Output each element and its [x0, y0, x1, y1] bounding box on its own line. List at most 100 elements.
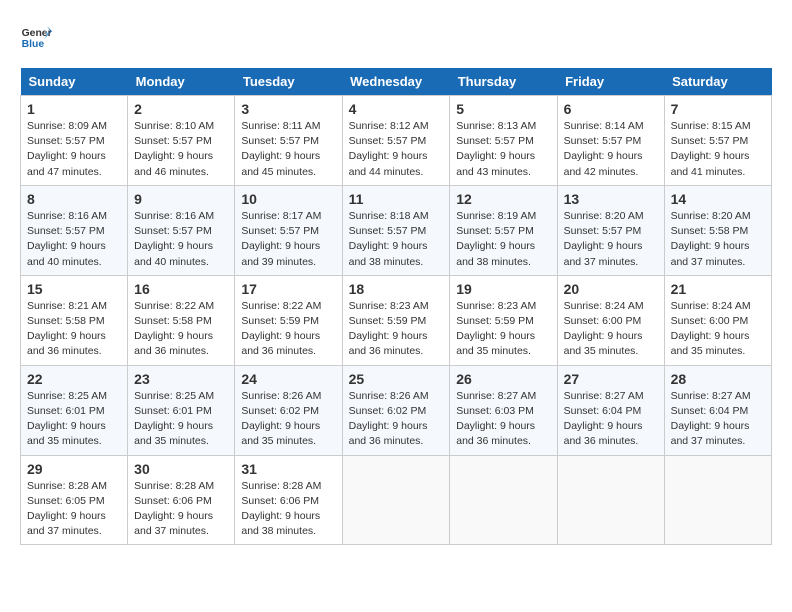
day-number: 30 [134, 461, 228, 477]
day-number: 10 [241, 191, 335, 207]
calendar-table: SundayMondayTuesdayWednesdayThursdayFrid… [20, 68, 772, 545]
day-number: 18 [349, 281, 444, 297]
empty-cell [664, 455, 771, 545]
header-sunday: Sunday [21, 68, 128, 96]
day-number: 2 [134, 101, 228, 117]
day-info: Sunrise: 8:13 AM Sunset: 5:57 PM Dayligh… [456, 119, 550, 180]
page-header: General Blue [20, 20, 772, 52]
week-row-1: 1 Sunrise: 8:09 AM Sunset: 5:57 PM Daylig… [21, 96, 772, 186]
day-cell-31: 31 Sunrise: 8:28 AM Sunset: 6:06 PM Dayli… [235, 455, 342, 545]
day-cell-6: 6Sunrise: 8:14 AM Sunset: 5:57 PM Daylig… [557, 96, 664, 186]
day-number: 26 [456, 371, 550, 387]
day-info: Sunrise: 8:23 AM Sunset: 5:59 PM Dayligh… [349, 299, 444, 360]
day-info: Sunrise: 8:22 AM Sunset: 5:59 PM Dayligh… [241, 299, 335, 360]
day-info: Sunrise: 8:10 AM Sunset: 5:57 PM Dayligh… [134, 119, 228, 180]
day-info: Sunrise: 8:25 AM Sunset: 6:01 PM Dayligh… [134, 389, 228, 450]
day-cell-7: 7 Sunrise: 8:15 AM Sunset: 5:57 PM Daylig… [664, 96, 771, 186]
day-number: 7 [671, 101, 765, 117]
day-cell-4: 4Sunrise: 8:12 AM Sunset: 5:57 PM Daylig… [342, 96, 450, 186]
day-cell-21: 21Sunrise: 8:24 AM Sunset: 6:00 PM Dayli… [664, 275, 771, 365]
day-info: Sunrise: 8:09 AM Sunset: 5:57 PM Dayligh… [27, 119, 121, 180]
day-cell-20: 20Sunrise: 8:24 AM Sunset: 6:00 PM Dayli… [557, 275, 664, 365]
day-cell-3: 3 Sunrise: 8:11 AM Sunset: 5:57 PM Daylig… [235, 96, 342, 186]
day-info: Sunrise: 8:20 AM Sunset: 5:58 PM Dayligh… [671, 209, 765, 270]
day-info: Sunrise: 8:28 AM Sunset: 6:05 PM Dayligh… [27, 479, 121, 540]
day-info: Sunrise: 8:22 AM Sunset: 5:58 PM Dayligh… [134, 299, 228, 360]
day-number: 9 [134, 191, 228, 207]
day-info: Sunrise: 8:25 AM Sunset: 6:01 PM Dayligh… [27, 389, 121, 450]
day-cell-14: 14Sunrise: 8:20 AM Sunset: 5:58 PM Dayli… [664, 185, 771, 275]
day-number: 24 [241, 371, 335, 387]
day-cell-19: 19 Sunrise: 8:23 AM Sunset: 5:59 PM Dayli… [450, 275, 557, 365]
logo: General Blue [20, 20, 60, 52]
day-cell-8: 8 Sunrise: 8:16 AM Sunset: 5:57 PM Daylig… [21, 185, 128, 275]
week-row-4: 22 Sunrise: 8:25 AM Sunset: 6:01 PM Dayli… [21, 365, 772, 455]
empty-cell [557, 455, 664, 545]
day-info: Sunrise: 8:26 AM Sunset: 6:02 PM Dayligh… [349, 389, 444, 450]
day-cell-11: 11 Sunrise: 8:18 AM Sunset: 5:57 PM Dayli… [342, 185, 450, 275]
day-cell-17: 17 Sunrise: 8:22 AM Sunset: 5:59 PM Dayli… [235, 275, 342, 365]
day-number: 19 [456, 281, 550, 297]
day-number: 11 [349, 191, 444, 207]
header-saturday: Saturday [664, 68, 771, 96]
day-info: Sunrise: 8:27 AM Sunset: 6:04 PM Dayligh… [564, 389, 658, 450]
day-info: Sunrise: 8:16 AM Sunset: 5:57 PM Dayligh… [134, 209, 228, 270]
day-info: Sunrise: 8:27 AM Sunset: 6:04 PM Dayligh… [671, 389, 765, 450]
day-info: Sunrise: 8:21 AM Sunset: 5:58 PM Dayligh… [27, 299, 121, 360]
day-cell-23: 23 Sunrise: 8:25 AM Sunset: 6:01 PM Dayli… [128, 365, 235, 455]
day-info: Sunrise: 8:15 AM Sunset: 5:57 PM Dayligh… [671, 119, 765, 180]
day-cell-30: 30 Sunrise: 8:28 AM Sunset: 6:06 PM Dayli… [128, 455, 235, 545]
day-info: Sunrise: 8:11 AM Sunset: 5:57 PM Dayligh… [241, 119, 335, 180]
day-number: 1 [27, 101, 121, 117]
day-cell-2: 2 Sunrise: 8:10 AM Sunset: 5:57 PM Daylig… [128, 96, 235, 186]
day-info: Sunrise: 8:28 AM Sunset: 6:06 PM Dayligh… [241, 479, 335, 540]
day-cell-27: 27 Sunrise: 8:27 AM Sunset: 6:04 PM Dayli… [557, 365, 664, 455]
day-cell-15: 15Sunrise: 8:21 AM Sunset: 5:58 PM Dayli… [21, 275, 128, 365]
day-cell-13: 13Sunrise: 8:20 AM Sunset: 5:57 PM Dayli… [557, 185, 664, 275]
day-number: 25 [349, 371, 444, 387]
day-number: 4 [349, 101, 444, 117]
day-info: Sunrise: 8:19 AM Sunset: 5:57 PM Dayligh… [456, 209, 550, 270]
day-cell-5: 5 Sunrise: 8:13 AM Sunset: 5:57 PM Daylig… [450, 96, 557, 186]
header-thursday: Thursday [450, 68, 557, 96]
day-info: Sunrise: 8:26 AM Sunset: 6:02 PM Dayligh… [241, 389, 335, 450]
day-cell-18: 18 Sunrise: 8:23 AM Sunset: 5:59 PM Dayli… [342, 275, 450, 365]
day-number: 3 [241, 101, 335, 117]
day-number: 27 [564, 371, 658, 387]
day-info: Sunrise: 8:27 AM Sunset: 6:03 PM Dayligh… [456, 389, 550, 450]
day-info: Sunrise: 8:17 AM Sunset: 5:57 PM Dayligh… [241, 209, 335, 270]
day-number: 28 [671, 371, 765, 387]
day-number: 29 [27, 461, 121, 477]
empty-cell [450, 455, 557, 545]
day-info: Sunrise: 8:28 AM Sunset: 6:06 PM Dayligh… [134, 479, 228, 540]
day-number: 16 [134, 281, 228, 297]
day-number: 21 [671, 281, 765, 297]
day-cell-29: 29 Sunrise: 8:28 AM Sunset: 6:05 PM Dayli… [21, 455, 128, 545]
week-row-3: 15Sunrise: 8:21 AM Sunset: 5:58 PM Dayli… [21, 275, 772, 365]
day-number: 5 [456, 101, 550, 117]
day-cell-24: 24 Sunrise: 8:26 AM Sunset: 6:02 PM Dayli… [235, 365, 342, 455]
header-friday: Friday [557, 68, 664, 96]
day-number: 23 [134, 371, 228, 387]
svg-text:Blue: Blue [22, 39, 45, 50]
day-cell-22: 22 Sunrise: 8:25 AM Sunset: 6:01 PM Dayli… [21, 365, 128, 455]
day-cell-16: 16 Sunrise: 8:22 AM Sunset: 5:58 PM Dayli… [128, 275, 235, 365]
header-monday: Monday [128, 68, 235, 96]
day-cell-10: 10 Sunrise: 8:17 AM Sunset: 5:57 PM Dayli… [235, 185, 342, 275]
day-number: 22 [27, 371, 121, 387]
day-number: 12 [456, 191, 550, 207]
day-cell-12: 12 Sunrise: 8:19 AM Sunset: 5:57 PM Dayli… [450, 185, 557, 275]
day-cell-25: 25 Sunrise: 8:26 AM Sunset: 6:02 PM Dayli… [342, 365, 450, 455]
day-number: 6 [564, 101, 658, 117]
day-cell-1: 1 Sunrise: 8:09 AM Sunset: 5:57 PM Daylig… [21, 96, 128, 186]
day-number: 20 [564, 281, 658, 297]
day-number: 17 [241, 281, 335, 297]
day-number: 13 [564, 191, 658, 207]
day-number: 8 [27, 191, 121, 207]
day-info: Sunrise: 8:23 AM Sunset: 5:59 PM Dayligh… [456, 299, 550, 360]
day-info: Sunrise: 8:18 AM Sunset: 5:57 PM Dayligh… [349, 209, 444, 270]
day-info: Sunrise: 8:16 AM Sunset: 5:57 PM Dayligh… [27, 209, 121, 270]
day-number: 31 [241, 461, 335, 477]
header-tuesday: Tuesday [235, 68, 342, 96]
day-cell-26: 26 Sunrise: 8:27 AM Sunset: 6:03 PM Dayli… [450, 365, 557, 455]
